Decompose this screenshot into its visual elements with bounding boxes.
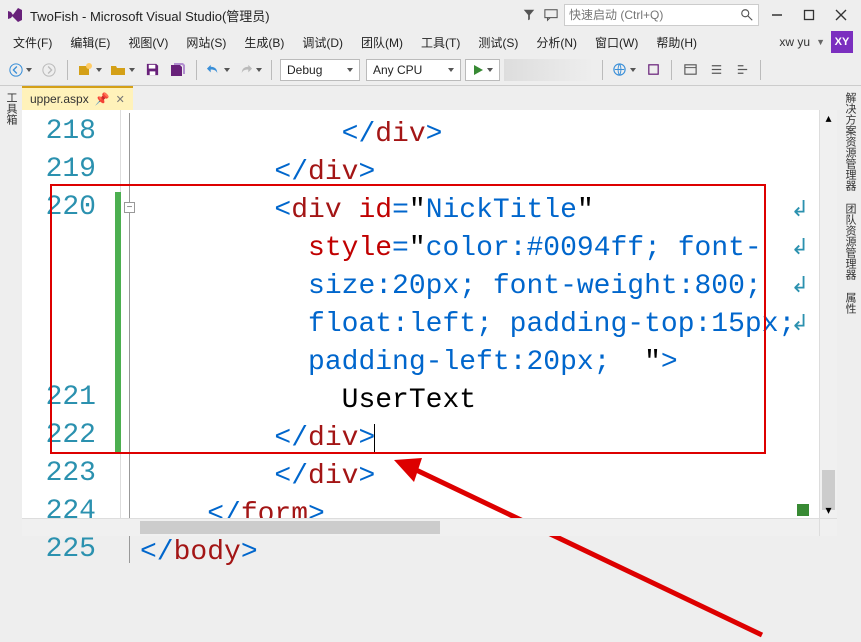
- menu-view[interactable]: 视图(V): [119, 31, 177, 54]
- new-project-button[interactable]: [74, 58, 105, 82]
- scroll-up-icon[interactable]: ▴: [820, 110, 837, 126]
- save-button[interactable]: [140, 58, 164, 82]
- feedback-icon[interactable]: [542, 6, 560, 24]
- change-bar: [115, 192, 121, 454]
- line-number: 220: [22, 192, 104, 223]
- close-tab-icon[interactable]: ✕: [116, 93, 125, 106]
- menu-debug[interactable]: 调试(D): [293, 31, 352, 54]
- notifications-icon[interactable]: [520, 6, 538, 24]
- scroll-down-icon[interactable]: ▾: [820, 502, 837, 518]
- menu-test[interactable]: 测试(S): [469, 31, 527, 54]
- quicklaunch[interactable]: [564, 4, 759, 26]
- scroll-thumb-h[interactable]: [140, 521, 440, 534]
- line-number: 225: [22, 534, 104, 565]
- doc-tab-upper[interactable]: upper.aspx 📌 ✕: [22, 86, 133, 110]
- redo-button[interactable]: [235, 58, 265, 82]
- save-all-button[interactable]: [166, 58, 190, 82]
- doc-tab-label: upper.aspx: [30, 92, 89, 106]
- line-number: 218: [22, 116, 104, 147]
- open-file-button[interactable]: [107, 58, 138, 82]
- menu-edit[interactable]: 编辑(E): [61, 31, 119, 54]
- wrap-icon: ↲: [791, 272, 809, 298]
- close-button[interactable]: [827, 4, 855, 26]
- titlebar: TwoFish - Microsoft Visual Studio(管理员): [0, 0, 861, 30]
- debug-target-area[interactable]: [504, 59, 594, 81]
- text-cursor: [374, 424, 375, 452]
- line-number: 219: [22, 154, 104, 185]
- wrap-icon: ↲: [791, 234, 809, 260]
- menu-build[interactable]: 生成(B): [235, 31, 293, 54]
- right-rail: 解决方案资源管理器 团队资源管理器 属性: [837, 86, 861, 536]
- line-number-gutter: 218 219 220 221 222 223 224 225: [22, 110, 120, 536]
- menu-window[interactable]: 窗口(W): [586, 31, 647, 54]
- menu-site[interactable]: 网站(S): [177, 31, 235, 54]
- tool-btn-1[interactable]: [641, 58, 665, 82]
- config-combo[interactable]: Debug: [280, 59, 360, 81]
- status-indicator: [797, 504, 809, 516]
- editor[interactable]: 218 219 220 221 222 223 224 225 − </div>…: [22, 110, 837, 536]
- toolbox-tab[interactable]: 工具箱: [0, 86, 22, 131]
- maximize-button[interactable]: [795, 4, 823, 26]
- menu-team[interactable]: 团队(M): [352, 31, 412, 54]
- menu-tools[interactable]: 工具(T): [412, 31, 469, 54]
- tool-btn-3[interactable]: [704, 58, 728, 82]
- fold-column: −: [120, 110, 138, 536]
- tabstrip: upper.aspx 📌 ✕: [22, 86, 837, 110]
- user-name[interactable]: xw yu: [779, 35, 810, 49]
- wrap-icon: ↲: [791, 310, 809, 336]
- properties-tab[interactable]: 属性: [837, 286, 861, 320]
- nav-back-button[interactable]: [6, 58, 35, 82]
- tool-btn-4[interactable]: [730, 58, 754, 82]
- scroll-corner: [819, 518, 837, 536]
- solution-explorer-tab[interactable]: 解决方案资源管理器: [837, 86, 861, 197]
- vertical-scrollbar[interactable]: ▴ ▾: [819, 110, 837, 518]
- left-rail: 工具箱: [0, 86, 22, 536]
- line-number: 223: [22, 458, 104, 489]
- horizontal-scrollbar[interactable]: [22, 518, 819, 536]
- search-icon[interactable]: [740, 8, 754, 22]
- wrap-icon: ↲: [791, 196, 809, 222]
- team-explorer-tab[interactable]: 团队资源管理器: [837, 197, 861, 286]
- nav-fwd-button[interactable]: [37, 58, 61, 82]
- browser-link-button[interactable]: [609, 58, 639, 82]
- start-debug-button[interactable]: [465, 59, 500, 81]
- menu-file[interactable]: 文件(F): [4, 31, 61, 54]
- toolbar: Debug Any CPU: [0, 54, 861, 86]
- wrap-indicators: ↲ ↲ ↲ ↲: [777, 110, 815, 536]
- line-number: 222: [22, 420, 104, 451]
- minimize-button[interactable]: [763, 4, 791, 26]
- user-dropdown-icon[interactable]: ▼: [816, 37, 825, 47]
- vs-logo-icon: [6, 6, 24, 24]
- window-title: TwoFish - Microsoft Visual Studio(管理员): [30, 6, 270, 25]
- menu-help[interactable]: 帮助(H): [647, 31, 706, 54]
- code-area[interactable]: </div> </div> <div id="NickTitle" style=…: [140, 110, 775, 642]
- pin-icon[interactable]: 📌: [95, 92, 110, 106]
- quicklaunch-input[interactable]: [569, 8, 740, 22]
- tool-btn-2[interactable]: [678, 58, 702, 82]
- platform-combo[interactable]: Any CPU: [366, 59, 461, 81]
- menu-analyze[interactable]: 分析(N): [527, 31, 586, 54]
- menubar: 文件(F) 编辑(E) 视图(V) 网站(S) 生成(B) 调试(D) 团队(M…: [0, 30, 861, 54]
- fold-toggle[interactable]: −: [124, 202, 135, 213]
- line-number: 221: [22, 382, 104, 413]
- undo-button[interactable]: [203, 58, 233, 82]
- user-badge[interactable]: XY: [831, 31, 853, 53]
